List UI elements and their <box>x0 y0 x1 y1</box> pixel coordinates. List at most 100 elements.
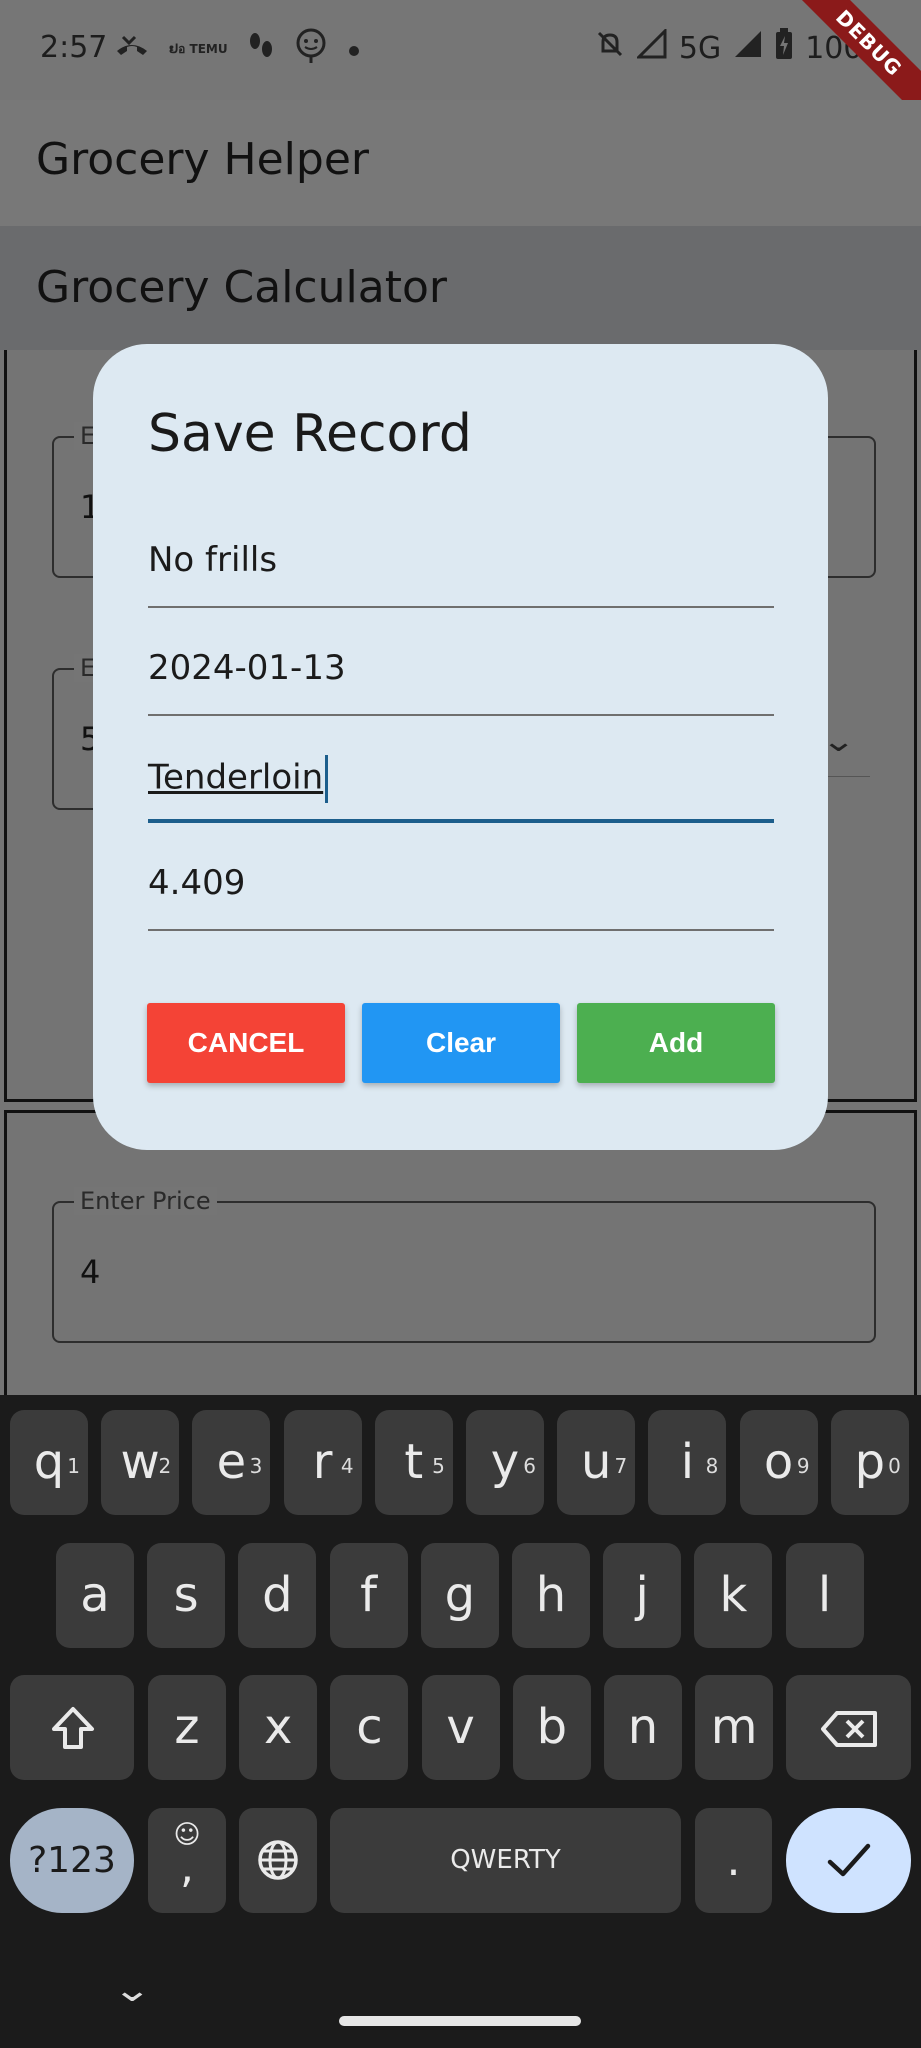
key-k[interactable]: k <box>694 1543 773 1648</box>
key-label: v <box>446 1699 475 1755</box>
cancel-button[interactable]: CANCEL <box>147 1003 345 1083</box>
symbols-key-label: ?123 <box>28 1840 116 1881</box>
key-t[interactable]: t5 <box>374 1410 453 1515</box>
space-key-label: QWERTY <box>450 1845 561 1875</box>
key-label: h <box>535 1567 567 1623</box>
key-g[interactable]: g <box>420 1543 499 1648</box>
key-o[interactable]: o9 <box>739 1410 818 1515</box>
gesture-nav-handle[interactable] <box>339 2016 581 2026</box>
key-label: n <box>627 1699 659 1755</box>
date-field[interactable]: 2024-01-13 <box>148 624 774 716</box>
section-title: Grocery Calculator <box>36 262 447 313</box>
key-r[interactable]: r4 <box>283 1410 362 1515</box>
text-cursor <box>325 755 329 803</box>
app-bar: Grocery Helper <box>0 100 921 226</box>
key-hint: 4 <box>340 1454 354 1478</box>
key-label: s <box>173 1567 199 1623</box>
key-e[interactable]: e3 <box>192 1410 271 1515</box>
key-hint: 6 <box>523 1454 536 1478</box>
key-v[interactable]: v <box>421 1675 500 1780</box>
key-label: u <box>580 1434 612 1490</box>
key-label: f <box>360 1567 378 1623</box>
key-hint: 2 <box>158 1454 172 1478</box>
notifications-off-icon <box>595 29 625 67</box>
key-hint: 9 <box>796 1454 810 1478</box>
keyboard-hide-chevron-icon[interactable]: ⌄ <box>112 1970 152 2010</box>
network-type: 5G <box>678 30 722 66</box>
field-underline <box>148 714 774 716</box>
add-button[interactable]: Add <box>577 1003 775 1083</box>
key-label: b <box>536 1699 568 1755</box>
key-label: l <box>817 1567 832 1623</box>
status-icons-left: ຢอ TEMU <box>115 28 360 70</box>
key-label: i <box>680 1434 695 1490</box>
globe-key[interactable] <box>239 1808 317 1913</box>
field-underline-focused <box>148 819 774 823</box>
comma-emoji-key[interactable]: ☺ , <box>148 1808 226 1913</box>
key-hint: 8 <box>705 1454 719 1478</box>
field-underline <box>148 929 774 931</box>
key-m[interactable]: m <box>695 1675 774 1780</box>
missed-call-icon <box>115 33 149 65</box>
item-name-field[interactable]: Tenderloin <box>148 731 774 823</box>
key-c[interactable]: c <box>330 1675 409 1780</box>
backspace-icon <box>819 1709 879 1753</box>
key-label: m <box>710 1699 758 1755</box>
key-i[interactable]: i8 <box>648 1410 727 1515</box>
key-b[interactable]: b <box>512 1675 591 1780</box>
key-a[interactable]: a <box>56 1543 134 1648</box>
key-y[interactable]: y6 <box>466 1410 544 1515</box>
checkmark-icon <box>826 1840 872 1884</box>
key-h[interactable]: h <box>512 1543 590 1648</box>
save-record-dialog: Save Record No frills 2024-01-13 Tenderl… <box>93 344 828 1150</box>
key-label: t <box>404 1434 424 1490</box>
status-time: 2:57 <box>40 30 108 65</box>
key-q[interactable]: q1 <box>10 1410 88 1515</box>
key-s[interactable]: s <box>147 1543 226 1648</box>
key-label: c <box>356 1699 383 1755</box>
key-label: g <box>444 1567 476 1623</box>
key-label: q <box>33 1434 65 1490</box>
app-title: Grocery Helper <box>36 134 369 185</box>
key-hint: 0 <box>888 1454 901 1478</box>
price-value-field[interactable]: 4.409 <box>148 839 774 931</box>
key-j[interactable]: j <box>603 1543 682 1648</box>
key-w[interactable]: w2 <box>101 1410 180 1515</box>
shift-key[interactable] <box>10 1675 134 1780</box>
key-hint: 7 <box>614 1454 628 1478</box>
period-key[interactable]: . <box>695 1808 772 1913</box>
key-hint: 3 <box>249 1454 263 1478</box>
clear-button[interactable]: Clear <box>362 1003 560 1083</box>
signal-icon <box>733 29 763 67</box>
key-x[interactable]: x <box>239 1675 318 1780</box>
dialog-title: Save Record <box>148 404 472 464</box>
key-u[interactable]: u7 <box>557 1410 636 1515</box>
globe-icon <box>256 1838 300 1886</box>
key-l[interactable]: l <box>785 1543 864 1648</box>
store-name-field[interactable]: No frills <box>148 516 774 608</box>
key-p[interactable]: p0 <box>830 1410 909 1515</box>
on-screen-keyboard: ?123 ☺ , QWERTY . q1w2e3r4t5y6u7i8o9p0as… <box>0 1395 921 2048</box>
key-label: y <box>490 1434 520 1490</box>
date-value: 2024-01-13 <box>148 648 346 688</box>
key-z[interactable]: z <box>148 1675 226 1780</box>
key-label: r <box>312 1434 333 1490</box>
section-header[interactable]: Grocery Calculator <box>0 226 921 350</box>
comma-key-label: , <box>180 1842 194 1893</box>
dropdown-underline <box>826 776 870 777</box>
period-key-label: . <box>726 1835 741 1886</box>
dot-icon <box>348 35 360 63</box>
key-d[interactable]: d <box>238 1543 317 1648</box>
key-f[interactable]: f <box>329 1543 408 1648</box>
key-n[interactable]: n <box>604 1675 682 1780</box>
key-label: e <box>216 1434 247 1490</box>
key-hint: 1 <box>67 1454 80 1478</box>
temu-icon: ຢอ TEMU <box>169 42 228 56</box>
space-key[interactable]: QWERTY <box>330 1808 681 1913</box>
symbols-key[interactable]: ?123 <box>10 1808 134 1913</box>
price-field[interactable]: Enter Price 4 <box>52 1187 876 1343</box>
item-name-text: Tenderloin <box>148 757 324 798</box>
enter-key[interactable] <box>786 1808 911 1913</box>
key-label: o <box>763 1434 794 1490</box>
backspace-key[interactable] <box>786 1675 911 1780</box>
